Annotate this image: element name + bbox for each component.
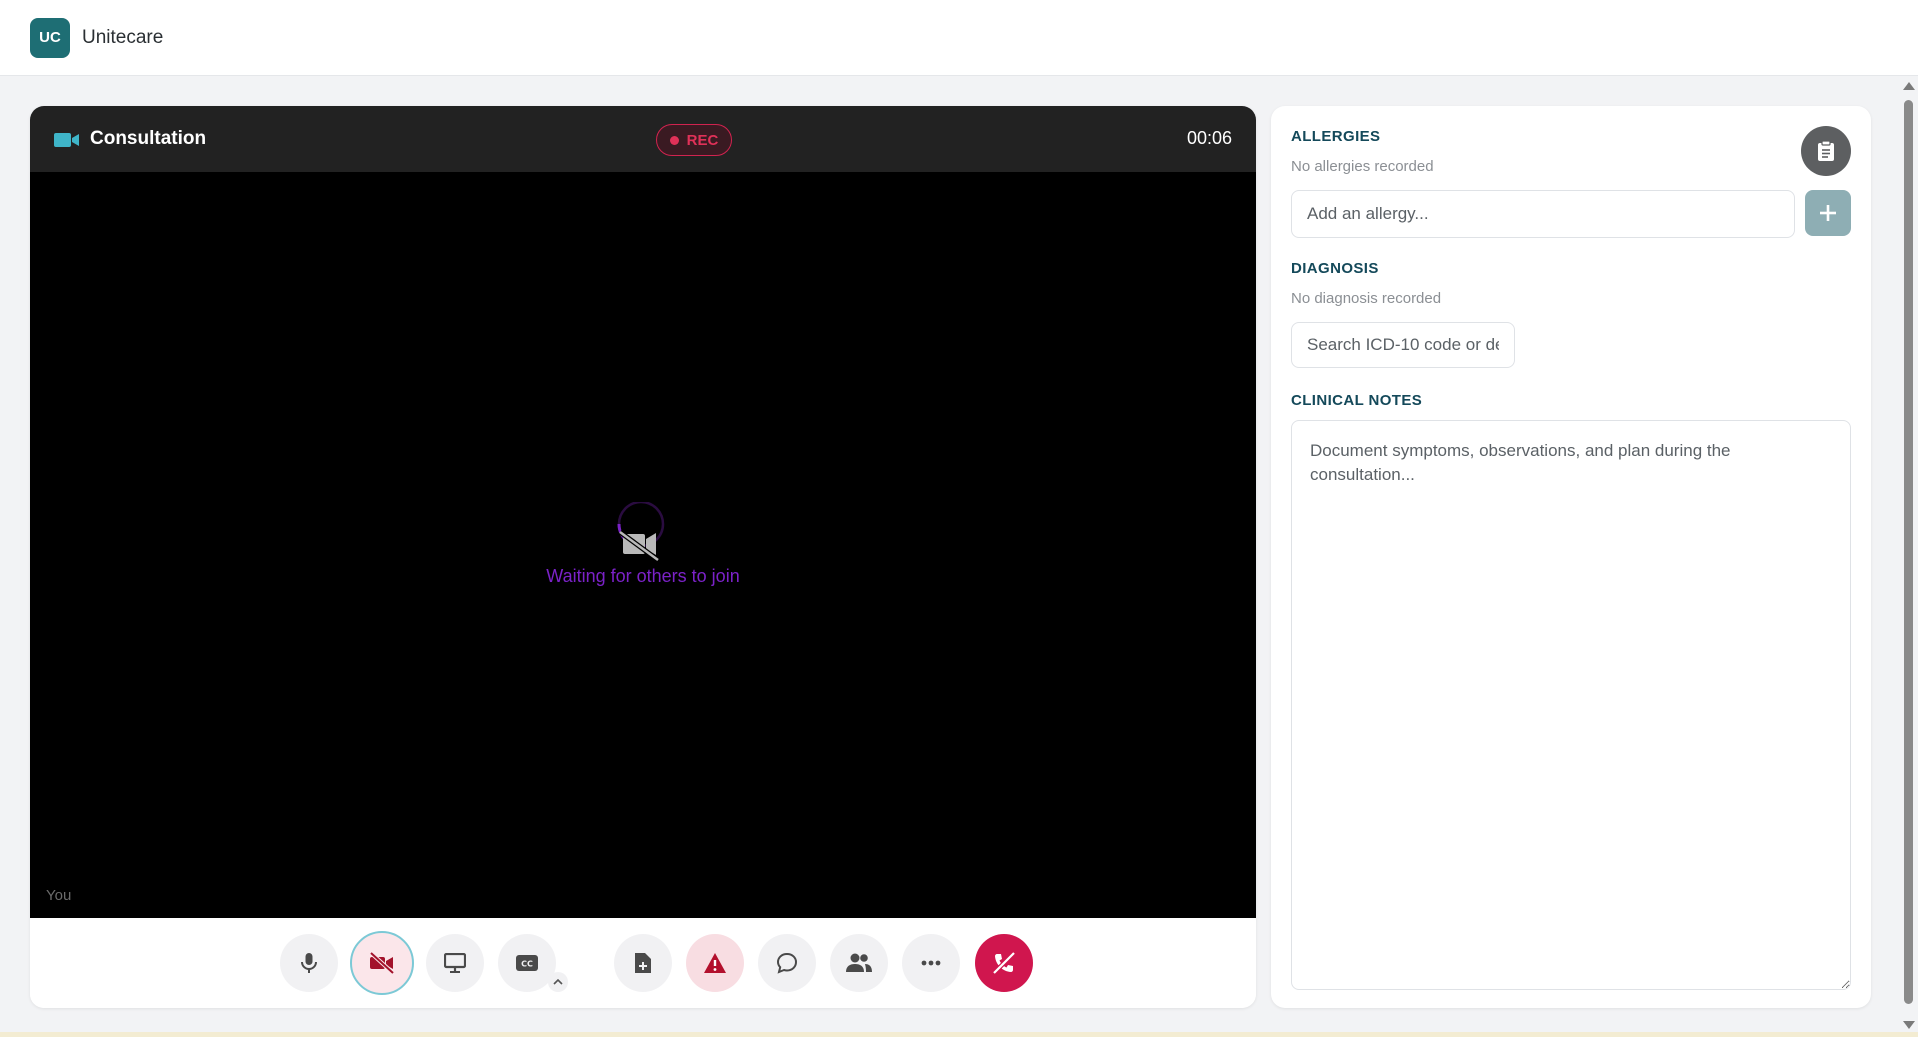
scroll-down-arrow-icon[interactable] — [1903, 1021, 1915, 1029]
camera-toggle-button[interactable] — [350, 931, 414, 995]
ellipsis-icon — [921, 960, 941, 966]
add-document-button[interactable] — [614, 934, 672, 992]
bottom-strip — [0, 1032, 1918, 1037]
cc-icon: CC — [516, 955, 538, 971]
logo-badge: UC — [30, 17, 70, 58]
end-call-button[interactable] — [975, 934, 1033, 992]
waiting-spinner-icon — [614, 500, 670, 574]
brand-name: Unitecare — [82, 26, 164, 48]
clinical-notes-heading: CLINICAL NOTES — [1291, 392, 1423, 409]
microphone-icon — [301, 953, 317, 973]
chat-bubble-icon — [776, 952, 798, 974]
waiting-message: Waiting for others to join — [546, 566, 740, 586]
alert-button[interactable] — [686, 934, 744, 992]
top-bar: UC Unitecare — [0, 0, 1918, 76]
video-stage: Waiting for others to join You — [30, 172, 1256, 918]
consultation-title: Consultation — [90, 128, 207, 149]
scroll-thumb[interactable] — [1904, 100, 1913, 1004]
participants-button[interactable] — [830, 934, 888, 992]
captions-options-chevron-up-icon[interactable] — [548, 972, 568, 992]
icd10-search-input[interactable] — [1291, 322, 1515, 368]
screen-share-button[interactable] — [426, 934, 484, 992]
svg-text:CC: CC — [521, 960, 533, 969]
phone-hangup-icon — [992, 951, 1016, 975]
clipboard-icon — [1818, 140, 1834, 161]
call-timer: 00:06 — [1186, 128, 1232, 148]
video-header: Consultation REC 00:06 — [30, 106, 1256, 172]
patient-notes-panel: ALLERGIES No allergies recorded DIAGNOSI… — [1271, 106, 1871, 1008]
video-off-icon — [369, 952, 395, 974]
page-scrollbar[interactable] — [1899, 78, 1918, 1033]
monitor-icon — [444, 953, 466, 973]
recording-badge: REC — [656, 124, 732, 156]
diagnosis-empty-state: No diagnosis recorded — [1291, 290, 1442, 307]
warning-icon — [704, 953, 726, 973]
clipboard-button[interactable] — [1801, 126, 1851, 176]
microphone-button[interactable] — [280, 934, 338, 992]
self-view-label: You — [46, 887, 72, 904]
more-options-button[interactable] — [902, 934, 960, 992]
video-camera-icon — [54, 131, 80, 147]
allergies-heading: ALLERGIES — [1291, 128, 1381, 145]
plus-icon — [1819, 197, 1837, 229]
recording-label: REC — [686, 131, 719, 149]
scroll-up-arrow-icon[interactable] — [1903, 82, 1915, 90]
video-panel: Consultation REC 00:06 Waiting for other… — [30, 106, 1256, 1008]
add-allergy-button[interactable] — [1805, 190, 1851, 236]
users-icon — [846, 953, 872, 972]
diagnosis-heading: DIAGNOSIS — [1291, 260, 1379, 277]
file-plus-icon — [635, 953, 651, 973]
allergy-input[interactable] — [1291, 190, 1795, 238]
call-controls: CC — [30, 918, 1256, 1008]
allergies-empty-state: No allergies recorded — [1291, 158, 1434, 175]
chat-button[interactable] — [758, 934, 816, 992]
recording-dot-icon — [669, 135, 679, 145]
clinical-notes-textarea[interactable] — [1291, 420, 1851, 990]
